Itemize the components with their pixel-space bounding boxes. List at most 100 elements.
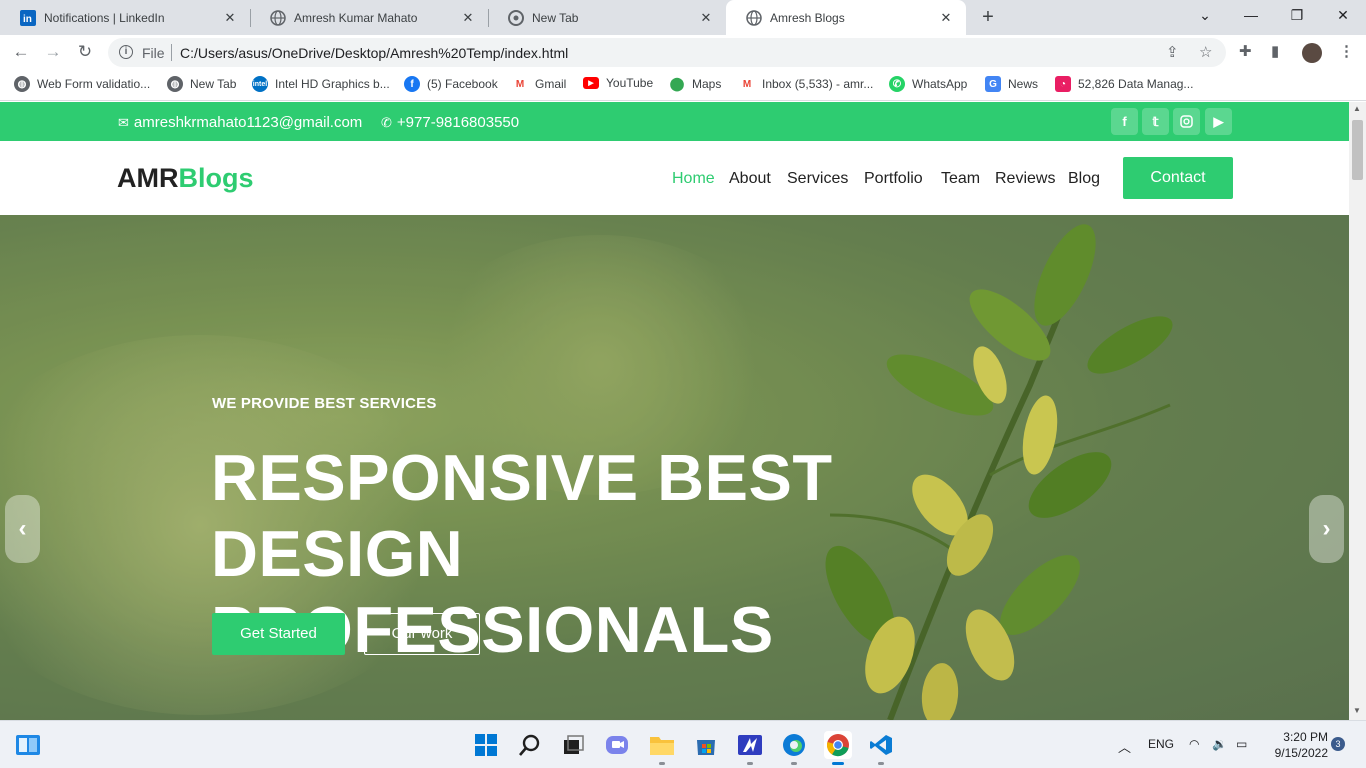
phone-link[interactable]: ✆ +977-9816803550 — [381, 114, 519, 131]
vscode-icon[interactable] — [867, 731, 895, 765]
bookmark-item[interactable]: G News — [985, 76, 1038, 92]
browser-toolbar: ← → ↻ i File C:/Users/asus/OneDrive/Desk… — [0, 35, 1366, 69]
globe-icon: ◍ — [167, 76, 183, 92]
nav-team[interactable]: Team — [941, 170, 980, 188]
nav-about[interactable]: About — [729, 170, 771, 188]
youtube-icon[interactable]: ▶ — [1205, 108, 1232, 135]
bookmark-item[interactable]: f (5) Facebook — [404, 76, 498, 92]
bookmark-item[interactable]: M Inbox (5,533) - amr... — [739, 76, 873, 92]
scrollbar-thumb[interactable] — [1352, 120, 1363, 180]
instagram-icon[interactable] — [1173, 108, 1200, 135]
search-icon[interactable] — [516, 731, 544, 759]
linkedin-icon: in — [20, 9, 36, 26]
nav-portfolio[interactable]: Portfolio — [864, 170, 923, 188]
tab-search-icon[interactable]: ⌄ — [1182, 0, 1228, 32]
minimize-button[interactable]: — — [1228, 0, 1274, 32]
bookmark-label: Maps — [692, 77, 722, 91]
language-indicator[interactable]: ENG — [1148, 737, 1174, 751]
bookmark-item[interactable]: intel Intel HD Graphics b... — [252, 76, 390, 92]
facebook-icon[interactable]: f — [1111, 108, 1138, 135]
maps-icon: ⬤ — [669, 76, 685, 92]
teams-chat-icon[interactable] — [603, 731, 631, 759]
share-icon[interactable]: ⇪ — [1166, 43, 1179, 61]
contact-button[interactable]: Contact — [1123, 157, 1233, 199]
menu-icon[interactable]: ⋮ — [1339, 42, 1354, 60]
wifi-icon[interactable]: ◠ — [1189, 737, 1199, 751]
tab-amresh-kumar-mahato[interactable]: Amresh Kumar Mahato ✕ — [250, 0, 488, 35]
youtube-icon: ▶ — [583, 77, 599, 89]
nav-reviews[interactable]: Reviews — [995, 170, 1055, 188]
scroll-down-arrow[interactable]: ▼ — [1353, 706, 1361, 715]
close-icon[interactable]: ✕ — [698, 10, 714, 26]
clock[interactable]: 3:20 PM 9/15/2022 — [1262, 729, 1328, 761]
top-contact-bar: ✉ amreshkrmahato1123@gmail.com ✆ +977-9816… — [0, 102, 1349, 141]
scheme-label: File — [142, 45, 165, 61]
info-icon[interactable]: i — [119, 45, 133, 59]
running-indicator — [878, 762, 884, 765]
bookmark-item[interactable]: ◔ 52,826 Data Manag... — [1055, 76, 1193, 92]
bookmark-label: News — [1008, 77, 1039, 91]
logo-part2: Blogs — [178, 163, 254, 193]
bookmark-item[interactable]: ▶ YouTube — [583, 76, 653, 90]
bookmark-label: Intel HD Graphics b... — [275, 77, 390, 91]
tab-new-tab[interactable]: New Tab ✕ — [488, 0, 726, 35]
close-window-button[interactable]: ✕ — [1320, 0, 1366, 32]
url-text[interactable]: C:/Users/asus/OneDrive/Desktop/Amresh%20… — [180, 45, 568, 61]
bookmark-item[interactable]: ⬤ Maps — [669, 76, 721, 92]
volume-icon[interactable]: 🔉 — [1212, 737, 1227, 751]
start-icon[interactable] — [472, 731, 500, 759]
side-panel-icon[interactable]: ▮ — [1271, 42, 1279, 60]
bookmark-item[interactable]: ✆ WhatsApp — [889, 76, 967, 92]
widgets-icon[interactable] — [14, 731, 42, 759]
address-bar[interactable]: i File C:/Users/asus/OneDrive/Desktop/Am… — [108, 38, 1226, 67]
new-tab-button[interactable]: + — [976, 5, 1000, 29]
file-explorer-icon[interactable] — [648, 731, 676, 765]
edge-icon[interactable] — [780, 731, 808, 765]
scroll-up-arrow[interactable]: ▲ — [1353, 104, 1361, 113]
bookmark-item[interactable]: ◍ New Tab — [167, 76, 236, 92]
close-icon[interactable]: ✕ — [938, 10, 954, 26]
extensions-icon[interactable]: ✚ — [1239, 42, 1252, 60]
site-logo[interactable]: AMRBlogs — [117, 163, 254, 194]
carousel-next-button[interactable]: › — [1309, 495, 1344, 563]
avatar[interactable] — [1302, 43, 1322, 63]
whatsapp-icon: ✆ — [889, 76, 905, 92]
forward-button[interactable]: → — [41, 40, 65, 64]
close-icon[interactable]: ✕ — [460, 10, 476, 26]
bookmark-label: 52,826 Data Manag... — [1078, 77, 1194, 91]
reload-button[interactable]: ↻ — [73, 40, 97, 64]
bookmark-item[interactable]: M Gmail — [512, 76, 566, 92]
carousel-prev-button[interactable]: ‹ — [5, 495, 40, 563]
date-text: 9/15/2022 — [1274, 746, 1328, 760]
ide-icon[interactable] — [736, 731, 764, 765]
back-button[interactable]: ← — [9, 40, 33, 64]
chrome-icon[interactable] — [824, 731, 852, 765]
get-started-button[interactable]: Get Started — [212, 613, 345, 655]
nav-services[interactable]: Services — [787, 170, 848, 188]
tab-linkedin[interactable]: in Notifications | LinkedIn ✕ — [0, 0, 250, 35]
star-icon[interactable]: ☆ — [1199, 43, 1212, 61]
hero-title-line1: RESPONSIVE BEST DESIGN — [211, 441, 833, 590]
globe-icon — [746, 9, 762, 26]
tab-title: Amresh Kumar Mahato — [294, 10, 418, 25]
notification-badge[interactable]: 3 — [1331, 737, 1345, 751]
bookmark-item[interactable]: ◍ Web Form validatio... — [14, 76, 150, 92]
nav-home[interactable]: Home — [672, 170, 715, 188]
task-view-icon[interactable] — [559, 731, 587, 759]
globe-icon — [270, 9, 286, 26]
chevron-up-icon[interactable]: ︿ — [1118, 737, 1131, 756]
close-icon[interactable]: ✕ — [222, 10, 238, 26]
tab-amresh-blogs[interactable]: Amresh Blogs ✕ — [726, 0, 966, 35]
our-work-button[interactable]: Our work — [364, 613, 480, 655]
battery-icon[interactable]: ▭ — [1236, 737, 1247, 751]
running-indicator — [791, 762, 797, 765]
page-scrollbar[interactable]: ▲ ▼ — [1349, 102, 1366, 720]
twitter-icon[interactable]: 𝕥 — [1142, 108, 1169, 135]
nav-blog[interactable]: Blog — [1068, 170, 1100, 188]
email-link[interactable]: ✉ amreshkrmahato1123@gmail.com — [118, 114, 362, 131]
gmail-icon: M — [512, 76, 528, 92]
restore-button[interactable]: ❐ — [1274, 0, 1320, 32]
microsoft-store-icon[interactable] — [692, 731, 720, 759]
tab-title: New Tab — [532, 10, 579, 25]
page-viewport: ✉ amreshkrmahato1123@gmail.com ✆ +977-9816… — [0, 102, 1349, 720]
